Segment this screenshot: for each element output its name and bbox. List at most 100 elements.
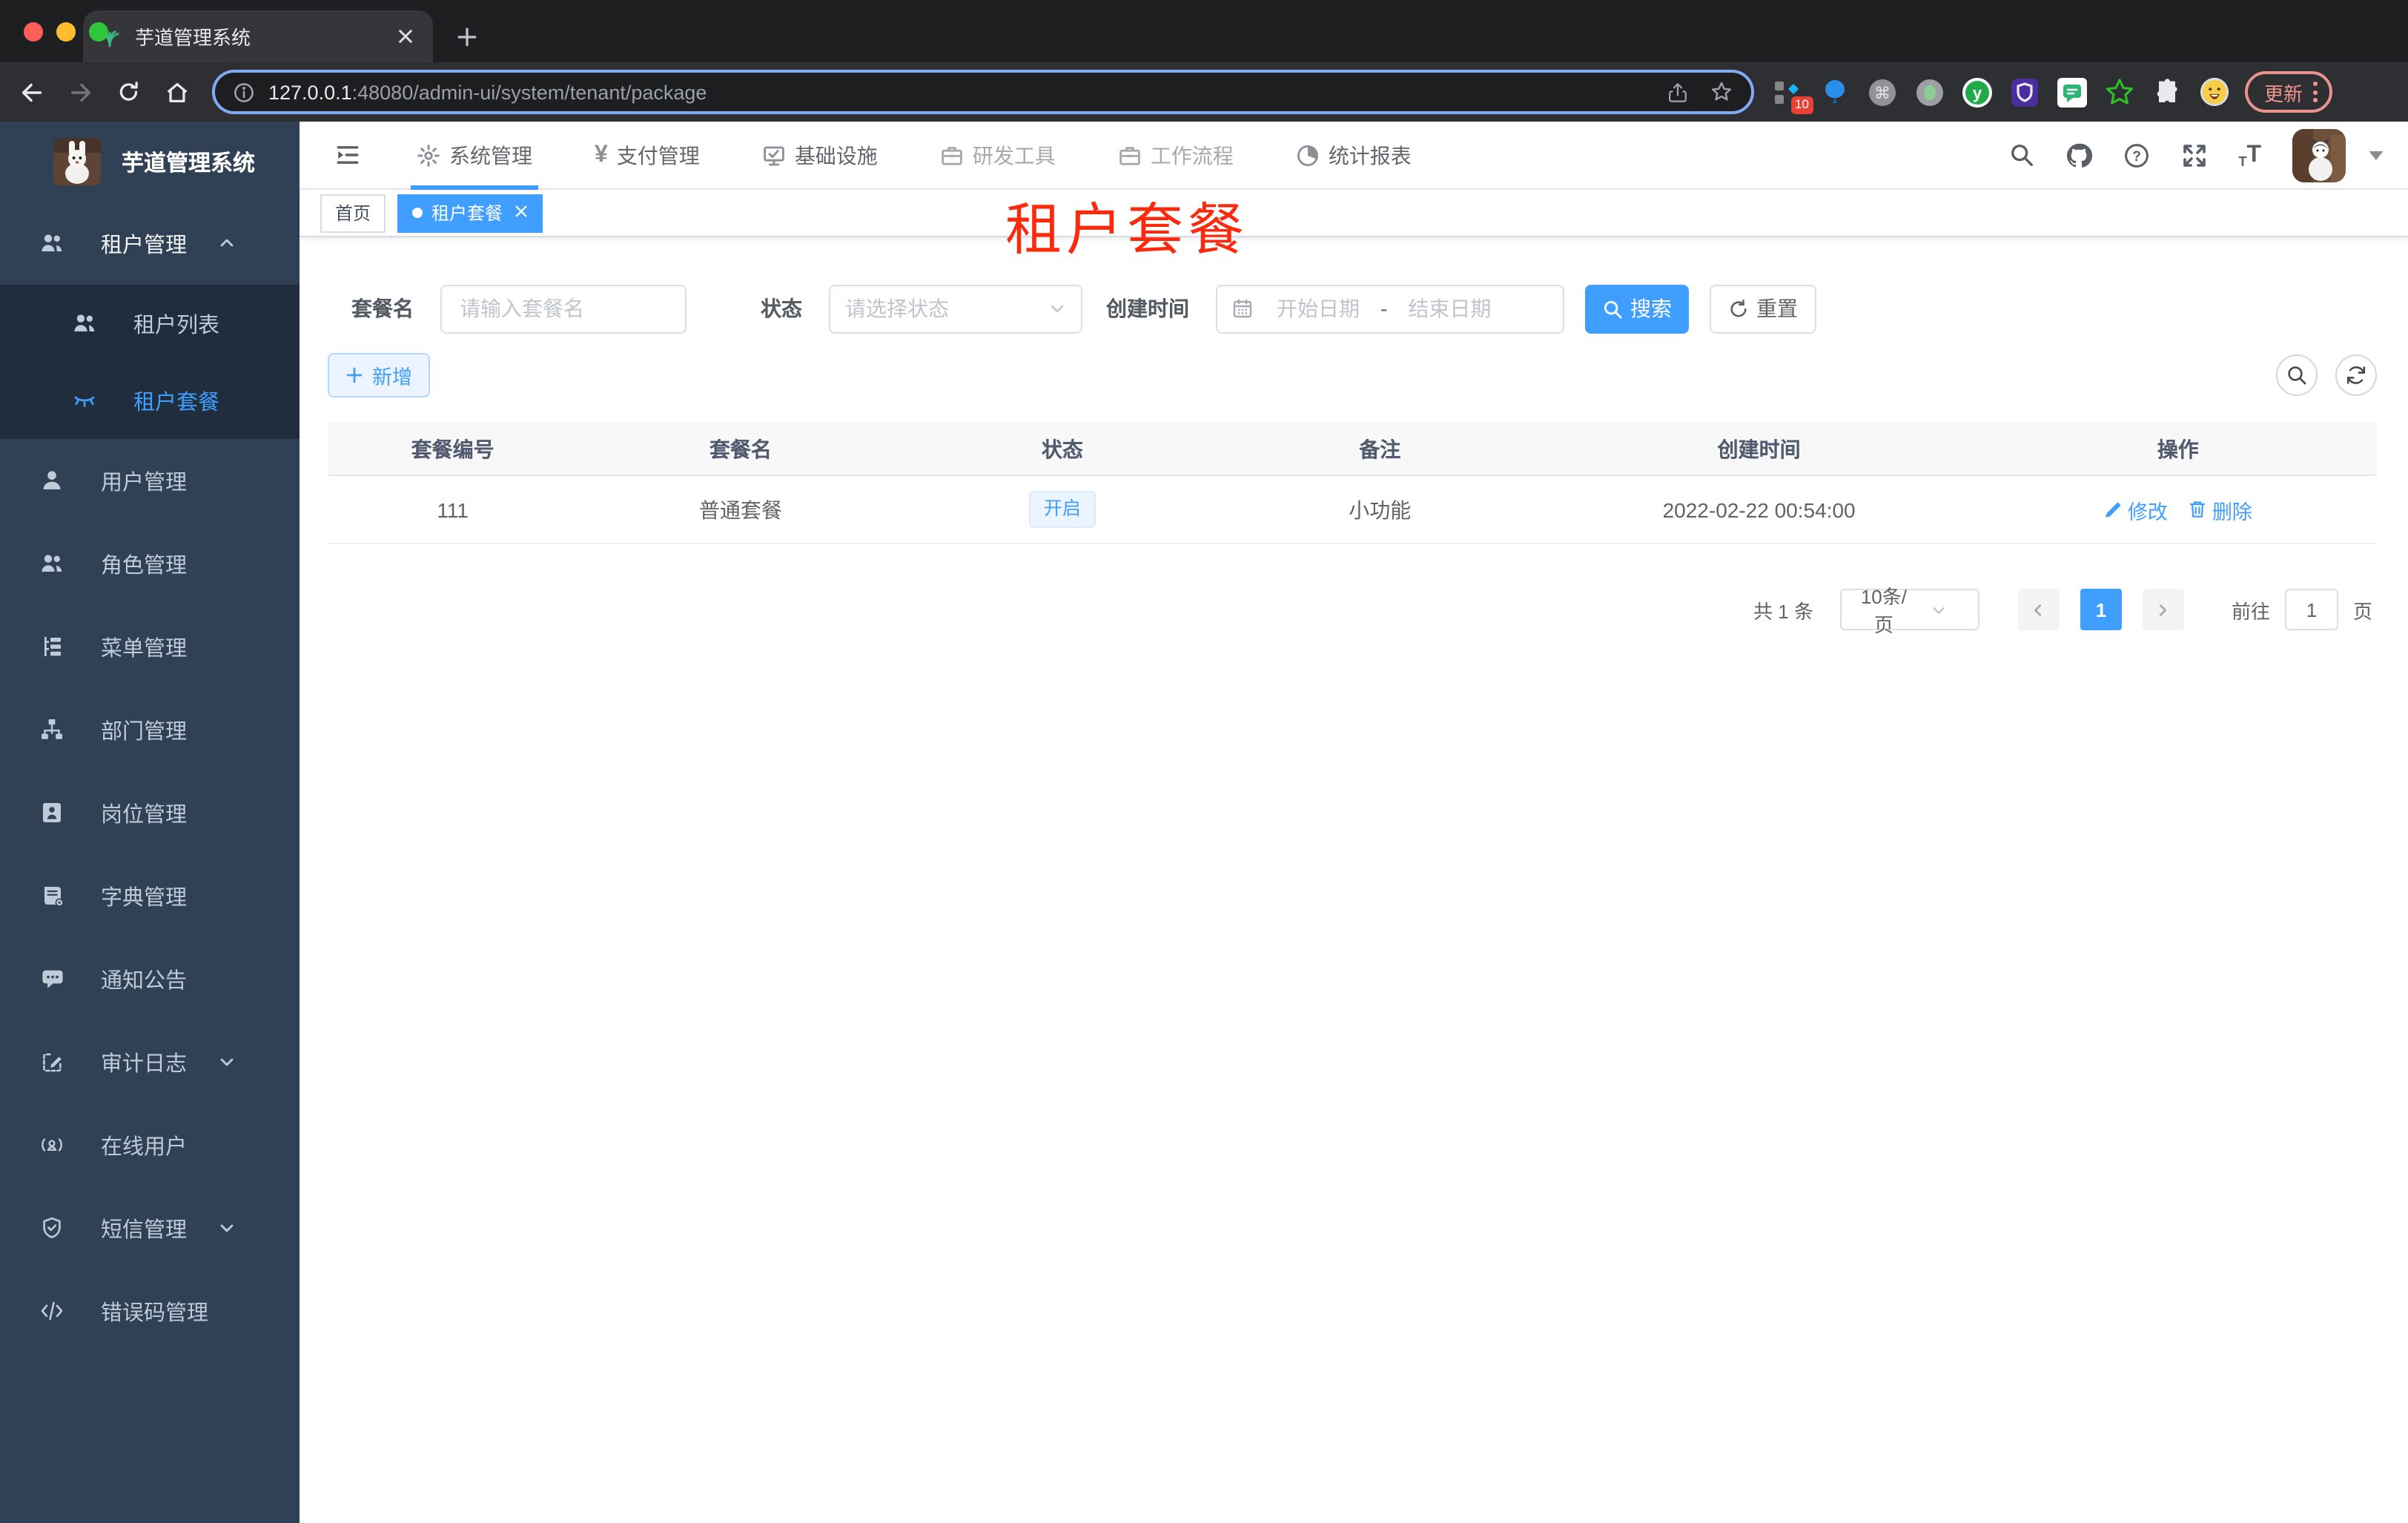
bookmark-star-icon[interactable] <box>1710 80 1733 104</box>
chevron-up-icon <box>214 234 240 252</box>
ext-dashboard-icon[interactable]: 10 <box>1772 76 1813 113</box>
main-area: 系统管理 ¥ 支付管理 基础设施 研发工具 工作流程 统计报表 ? T T 首页… <box>300 122 2408 1523</box>
reset-button[interactable]: 重置 <box>1710 284 1816 333</box>
minimize-window-button[interactable] <box>56 22 76 42</box>
col-header-actions: 操作 <box>2157 437 2199 460</box>
font-size-icon[interactable]: TT <box>2238 142 2261 168</box>
chevron-down-icon <box>1048 300 1066 317</box>
topnav-infrastructure[interactable]: 基础设施 <box>744 121 896 189</box>
tab-close-icon[interactable] <box>393 24 418 49</box>
update-label: 更新 <box>2264 82 2303 105</box>
app-title: 芋道管理系统 <box>122 151 256 176</box>
user-avatar[interactable] <box>2292 128 2346 182</box>
search-button[interactable]: 搜索 <box>1585 284 1689 333</box>
current-page-button[interactable]: 1 <box>2080 589 2122 630</box>
ext-command-icon[interactable]: ⌘ <box>1867 76 1898 108</box>
topnav-workflow[interactable]: 工作流程 <box>1100 121 1251 189</box>
sidebar-item-role-management[interactable]: 角色管理 <box>0 522 300 605</box>
cell-package-id: 111 <box>437 498 469 521</box>
ext-shield-icon[interactable] <box>2009 76 2040 108</box>
ext-recorder-icon[interactable] <box>1914 76 1945 108</box>
browser-tab[interactable]: 芋道管理系统 <box>83 10 433 62</box>
sidebar-item-user-management[interactable]: 用户管理 <box>0 439 300 522</box>
maximize-window-button[interactable] <box>89 22 108 42</box>
dictionary-icon <box>39 884 65 908</box>
cell-status: 开启 <box>904 491 1221 528</box>
prev-page-button[interactable] <box>2017 589 2060 630</box>
edit-link[interactable]: 修改 <box>2104 495 2168 524</box>
add-button[interactable]: 新增 <box>328 353 430 397</box>
url-text[interactable]: 127.0.0.1:48080/admin-ui/system/tenant/p… <box>268 81 1667 103</box>
total-count: 共 1 条 <box>1753 600 1813 622</box>
back-icon[interactable] <box>18 78 46 106</box>
sidebar-item-label: 租户套餐 <box>133 391 219 414</box>
sidebar-collapse-icon[interactable] <box>335 142 360 168</box>
topnav-label: 统计报表 <box>1328 143 1412 167</box>
browser-toolbar: 127.0.0.1:48080/admin-ui/system/tenant/p… <box>0 62 2408 122</box>
ext-star-icon[interactable] <box>2104 76 2135 108</box>
app-header: 系统管理 ¥ 支付管理 基础设施 研发工具 工作流程 统计报表 ? T T <box>300 122 2408 190</box>
show-search-button[interactable] <box>2276 354 2318 396</box>
forward-icon[interactable] <box>67 78 95 106</box>
topnav-payment[interactable]: ¥ 支付管理 <box>577 121 718 189</box>
ext-balloon-icon[interactable] <box>1819 76 1850 108</box>
url-bar[interactable]: 127.0.0.1:48080/admin-ui/system/tenant/p… <box>212 70 1754 114</box>
sidebar-item-audit-log[interactable]: 审计日志 <box>0 1020 300 1103</box>
svg-text:?: ? <box>2132 148 2141 164</box>
sidebar-logo[interactable]: 芋道管理系统 <box>0 122 300 202</box>
refresh-table-button[interactable] <box>2335 354 2377 396</box>
help-icon[interactable]: ? <box>2123 142 2149 168</box>
close-window-button[interactable] <box>24 22 43 42</box>
ext-profile-smiley-icon[interactable] <box>2199 76 2230 108</box>
ext-chat-icon[interactable] <box>2057 76 2088 108</box>
sidebar-item-sms-management[interactable]: 短信管理 <box>0 1186 300 1269</box>
monitor-icon <box>762 143 786 167</box>
tenant-package-icon <box>71 390 98 411</box>
tag-tenant-package[interactable]: 租户套餐 <box>397 194 543 232</box>
tab-title: 芋道管理系统 <box>135 27 251 49</box>
ext-y-green-icon[interactable]: y <box>1962 76 1993 108</box>
search-icon[interactable] <box>2008 142 2034 168</box>
sidebar-item-department-management[interactable]: 部门管理 <box>0 688 300 771</box>
github-icon[interactable] <box>2065 142 2092 168</box>
next-page-button[interactable] <box>2142 589 2184 630</box>
topnav-label: 支付管理 <box>616 143 700 167</box>
delete-link[interactable]: 删除 <box>2189 495 2252 524</box>
sidebar-item-online-users[interactable]: 在线用户 <box>0 1103 300 1186</box>
browser-update-button[interactable]: 更新 <box>2245 71 2333 113</box>
sidebar-item-tenant-package[interactable]: 租户套餐 <box>0 362 300 439</box>
caret-down-icon[interactable] <box>2368 149 2384 161</box>
sidebar-item-post-management[interactable]: 岗位管理 <box>0 771 300 854</box>
sidebar-item-error-code[interactable]: 错误码管理 <box>0 1269 300 1352</box>
share-icon[interactable] <box>1667 81 1689 103</box>
badge-icon <box>39 801 65 825</box>
tag-home[interactable]: 首页 <box>320 194 386 232</box>
reload-icon[interactable] <box>116 79 142 105</box>
topnav-devtools[interactable]: 研发工具 <box>922 121 1074 189</box>
home-icon[interactable] <box>163 78 191 106</box>
fullscreen-icon[interactable] <box>2180 142 2207 168</box>
date-range-picker[interactable]: 开始日期 - 结束日期 <box>1216 284 1564 333</box>
svg-text:⌘: ⌘ <box>1874 83 1891 102</box>
site-info-icon[interactable] <box>233 81 255 103</box>
sidebar-item-notice[interactable]: 通知公告 <box>0 937 300 1020</box>
tree-table-icon <box>39 635 65 658</box>
tag-close-icon[interactable] <box>515 204 528 222</box>
page-size-select[interactable]: 10条/页 <box>1839 586 1979 636</box>
tags-bar: 首页 租户套餐 <box>300 190 2408 237</box>
sidebar-item-menu-management[interactable]: 菜单管理 <box>0 605 300 688</box>
status-select[interactable]: 请选择状态 <box>829 284 1082 333</box>
ext-puzzle-icon[interactable] <box>2151 76 2183 108</box>
topnav-system[interactable]: 系统管理 <box>399 121 550 189</box>
topnav-label: 研发工具 <box>972 143 1056 167</box>
topnav-reports[interactable]: 统计报表 <box>1278 121 1429 189</box>
browser-menu-icon[interactable] <box>2313 82 2318 102</box>
goto-page-input[interactable] <box>2284 589 2338 630</box>
sidebar-item-dict-management[interactable]: 字典管理 <box>0 854 300 937</box>
package-name-input[interactable] <box>440 284 687 333</box>
sidebar-item-tenant-list[interactable]: 租户列表 <box>0 285 300 362</box>
table-toolbar: 新增 <box>328 353 2377 397</box>
users-icon <box>39 231 65 255</box>
new-tab-button[interactable] <box>454 24 480 50</box>
sidebar-item-tenant-management[interactable]: 租户管理 <box>0 202 300 285</box>
